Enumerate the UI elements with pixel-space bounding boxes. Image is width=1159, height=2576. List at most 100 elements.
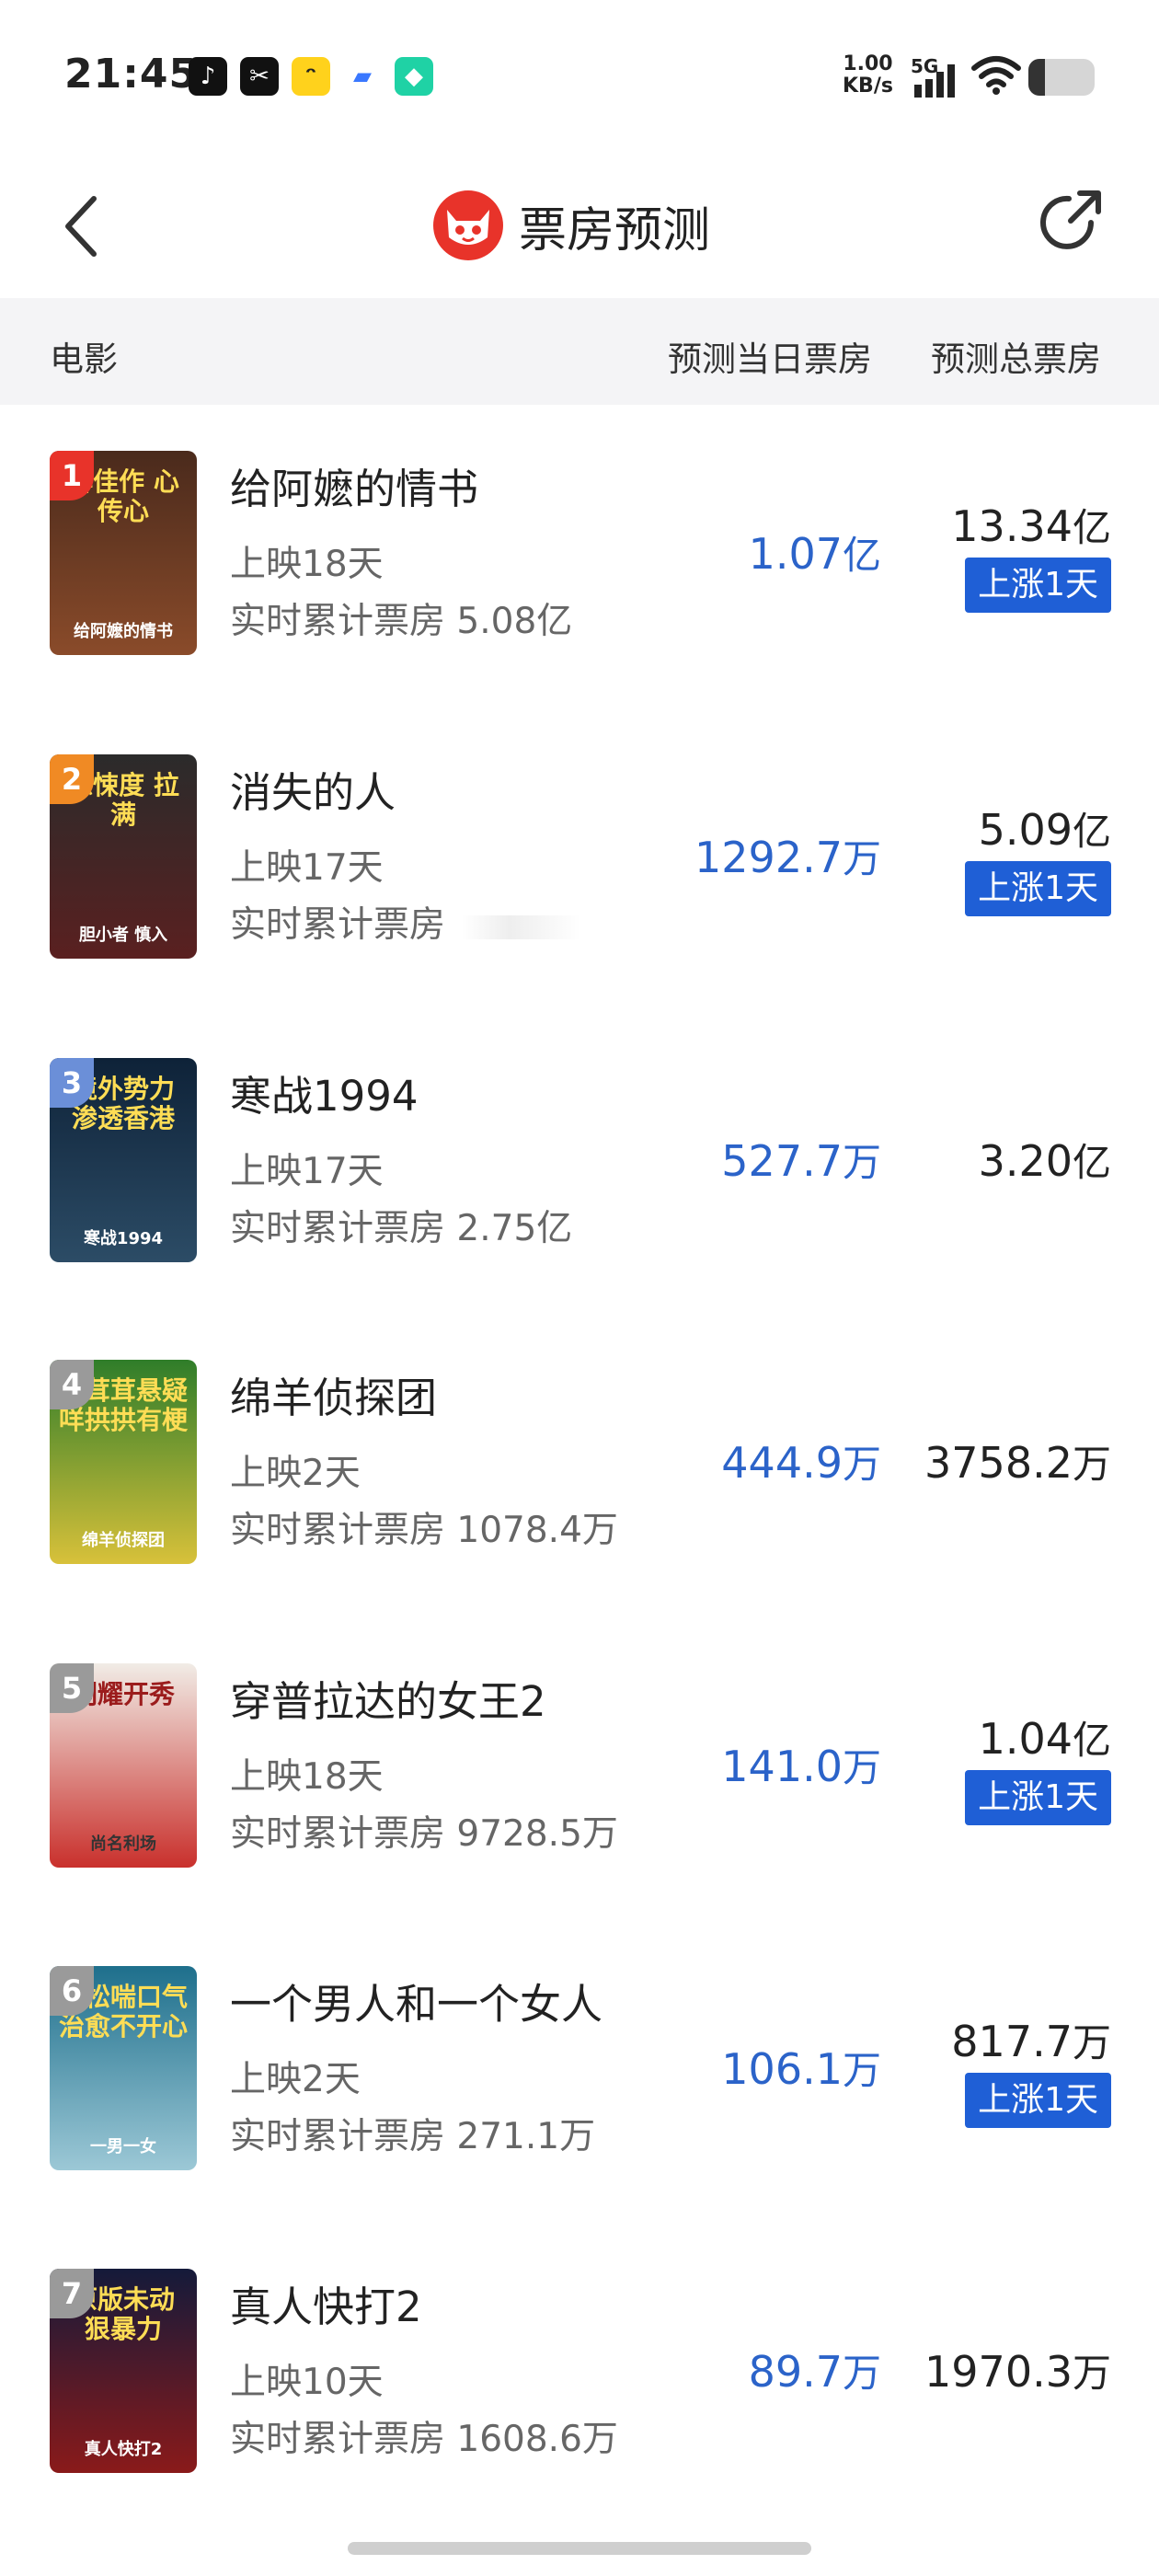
rise-badge: 上涨1天	[965, 558, 1111, 613]
movie-poster[interactable]: 境外势力 渗透香港 寒战1994 3	[50, 1058, 197, 1262]
battery-icon	[1028, 59, 1095, 96]
total-forecast: 5.09亿	[979, 800, 1111, 857]
network-speed-unit: KB/s	[843, 75, 893, 98]
daily-forecast: 444.9万	[721, 1433, 881, 1489]
total-forecast: 13.34亿	[951, 497, 1111, 553]
movie-poster[interactable]: 原版未动 狠暴力 真人快打2 7	[50, 2269, 197, 2473]
total-forecast-unit: 亿	[1072, 505, 1111, 550]
total-forecast-number: 817.7	[951, 2017, 1073, 2066]
movie-row[interactable]: 惊悚度 拉满 胆小者 慎入 2 消失的人 上映17天 实时累计票房 1292.7…	[0, 708, 1159, 1010]
movie-row[interactable]: 原版未动 狠暴力 真人快打2 7 真人快打2 上映10天 实时累计票房 1608…	[0, 2223, 1159, 2524]
total-forecast-unit: 万	[1072, 1442, 1111, 1487]
cumulative-box-office: 实时累计票房 9728.5万	[230, 1805, 618, 1857]
daily-forecast-unit: 万	[842, 1745, 881, 1790]
movie-row[interactable]: 毛茸茸悬疑 咩拱拱有梗 绵羊侦探团 4 绵羊侦探团 上映2天 实时累计票房 10…	[0, 1314, 1159, 1616]
daily-forecast-number: 141.0	[721, 1742, 843, 1791]
release-days: 上映2天	[230, 1453, 361, 1494]
status-bar: 21:45 ♪ ✂ ᵔ ▰ ◆ 1.00 KB/s 5G	[0, 0, 1159, 156]
rank-badge: 2	[50, 754, 94, 804]
tiktok-icon: ♪	[189, 57, 227, 96]
network-speed: 1.00 KB/s	[843, 53, 893, 98]
chat-icon: ▰	[343, 57, 382, 96]
rank-badge: 1	[50, 451, 94, 500]
poster-bottom-text: 寒战1994	[83, 1229, 164, 1248]
movie-poster[interactable]: 毛茸茸悬疑 咩拱拱有梗 绵羊侦探团 4	[50, 1360, 197, 1564]
column-header-daily-forecast[interactable]: 预测当日票房	[668, 331, 872, 381]
cumulative-value: 5.08亿	[456, 601, 573, 642]
total-forecast: 1.04亿	[979, 1709, 1111, 1765]
cumulative-label: 实时累计票房	[230, 1208, 446, 1249]
poster-bottom-text: 真人快打2	[84, 2440, 163, 2459]
movie-title[interactable]: 消失的人	[230, 759, 396, 819]
cumulative-box-office: 实时累计票房 2.75亿	[230, 1200, 572, 1251]
movie-row[interactable]: 境外势力 渗透香港 寒战1994 3 寒战1994 上映17天 实时累计票房 2…	[0, 1012, 1159, 1314]
poster-bottom-text: 尚名利场	[90, 1834, 156, 1854]
cumulative-value: 271.1万	[456, 2116, 596, 2157]
total-forecast-number: 3.20	[978, 1136, 1073, 1186]
column-header-total-forecast[interactable]: 预测总票房	[931, 331, 1101, 381]
release-days: 上映2天	[230, 2059, 361, 2100]
poster-bottom-text: 给阿嬷的情书	[74, 622, 173, 641]
movie-poster[interactable]: 闪耀开秀 尚名利场 5	[50, 1663, 197, 1868]
total-forecast: 817.7万	[951, 2012, 1111, 2068]
daily-forecast-unit: 万	[842, 836, 881, 881]
rank-badge: 6	[50, 1966, 94, 2016]
cumulative-box-office: 实时累计票房 271.1万	[230, 2108, 595, 2159]
back-button[interactable]	[53, 190, 118, 263]
movie-title[interactable]: 给阿嬷的情书	[230, 455, 478, 515]
movie-row[interactable]: 闪耀开秀 尚名利场 5 穿普拉达的女王2 上映18天 实时累计票房 9728.5…	[0, 1617, 1159, 1919]
movie-row[interactable]: 牌佳作 心传心 给阿嬷的情书 1 给阿嬷的情书 上映18天 实时累计票房 5.0…	[0, 405, 1159, 707]
daily-forecast-number: 444.9	[721, 1438, 843, 1488]
total-forecast-unit: 万	[1072, 2020, 1111, 2065]
rank-badge: 7	[50, 2269, 94, 2318]
daily-forecast-unit: 万	[842, 2048, 881, 2093]
movie-title[interactable]: 一个男人和一个女人	[230, 1971, 602, 2030]
movie-poster[interactable]: 牌佳作 心传心 给阿嬷的情书 1	[50, 451, 197, 655]
daily-forecast-unit: 万	[842, 2351, 881, 2396]
movie-title[interactable]: 真人快打2	[230, 2273, 422, 2333]
rank-badge: 4	[50, 1360, 94, 1409]
movie-title[interactable]: 绵羊侦探团	[230, 1364, 437, 1424]
release-days: 上映17天	[230, 1151, 384, 1192]
daily-forecast-unit: 亿	[842, 533, 881, 578]
home-indicator[interactable]	[348, 2542, 811, 2555]
cumulative-box-office: 实时累计票房 1608.6万	[230, 2410, 618, 2462]
cumulative-value-masked	[462, 914, 582, 939]
total-forecast: 1970.3万	[924, 2342, 1111, 2398]
cumulative-box-office: 实时累计票房	[230, 896, 582, 948]
movie-row[interactable]: 放松喘口气 治愈不开心 一男一女 6 一个男人和一个女人 上映2天 实时累计票房…	[0, 1920, 1159, 2222]
movie-title[interactable]: 穿普拉达的女王2	[230, 1668, 546, 1728]
total-forecast-unit: 亿	[1072, 809, 1111, 854]
rank-badge: 5	[50, 1663, 94, 1713]
poster-bottom-text: 绵羊侦探团	[82, 1531, 165, 1550]
cumulative-label: 实时累计票房	[230, 2419, 446, 2460]
movie-title[interactable]: 寒战1994	[230, 1063, 419, 1122]
cumulative-value: 9728.5万	[456, 1813, 618, 1855]
battery-level	[1028, 59, 1045, 96]
daily-forecast-number: 1.07	[748, 529, 843, 579]
network-speed-value: 1.00	[843, 52, 893, 75]
rise-badge: 上涨1天	[965, 2073, 1111, 2128]
total-forecast-unit: 亿	[1072, 1140, 1111, 1185]
app-header: 票房预测	[0, 156, 1159, 294]
signal-icon	[914, 64, 955, 98]
total-forecast-number: 1.04	[978, 1714, 1073, 1764]
share-button[interactable]	[1034, 184, 1107, 258]
column-header-movie: 电影	[50, 339, 118, 379]
cumulative-value: 1608.6万	[456, 2419, 618, 2460]
release-days: 上映17天	[230, 847, 384, 889]
release-days: 上映10天	[230, 2362, 384, 2403]
release-days: 上映18天	[230, 1756, 384, 1798]
movie-poster[interactable]: 惊悚度 拉满 胆小者 慎入 2	[50, 754, 197, 959]
total-forecast-number: 1970.3	[924, 2347, 1073, 2397]
rise-badge: 上涨1天	[965, 861, 1111, 916]
daily-forecast-unit: 万	[842, 1442, 881, 1487]
daily-forecast: 527.7万	[721, 1132, 881, 1188]
cumulative-label: 实时累计票房	[230, 1510, 446, 1551]
movie-poster[interactable]: 放松喘口气 治愈不开心 一男一女 6	[50, 1966, 197, 2170]
release-days: 上映18天	[230, 544, 384, 585]
poster-bottom-text: 一男一女	[90, 2137, 156, 2156]
total-forecast: 3.20亿	[979, 1132, 1111, 1188]
rank-badge: 3	[50, 1058, 94, 1108]
cumulative-value: 2.75亿	[456, 1208, 573, 1249]
